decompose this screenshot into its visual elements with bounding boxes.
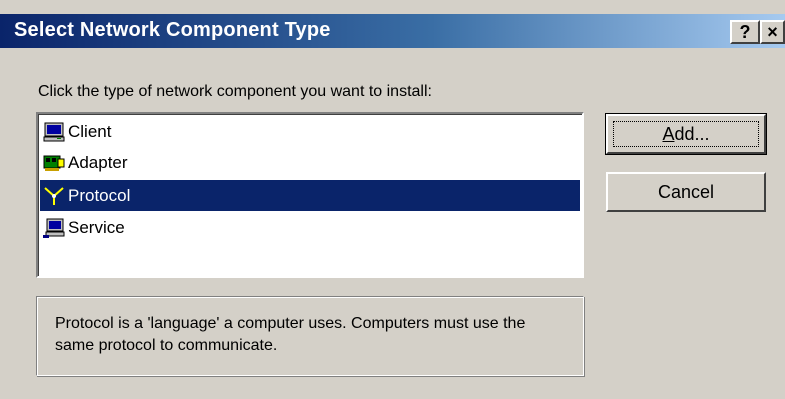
help-button[interactable]: ?	[730, 20, 760, 44]
computer-icon	[43, 121, 65, 143]
list-item-label: Adapter	[68, 152, 128, 172]
list-item-adapter[interactable]: Adapter	[40, 147, 580, 178]
title-bar[interactable]: Select Network Component Type ? ×	[0, 14, 785, 48]
network-card-icon	[43, 152, 65, 174]
list-item-label: Service	[68, 217, 125, 237]
service-icon	[43, 217, 65, 239]
dialog-title: Select Network Component Type	[14, 19, 331, 41]
description-box: Protocol is a 'language' a computer uses…	[36, 296, 584, 376]
list-item-protocol[interactable]: Protocol	[40, 180, 580, 211]
add-button[interactable]: Add...	[605, 113, 767, 155]
list-item-client[interactable]: Client	[40, 116, 580, 147]
protocol-icon	[43, 185, 65, 207]
select-network-component-dialog: Select Network Component Type ? × Click …	[0, 0, 785, 399]
instruction-label: Click the type of network component you …	[38, 83, 432, 100]
list-item-service[interactable]: Service	[40, 212, 580, 243]
list-item-label: Protocol	[68, 185, 131, 205]
close-button[interactable]: ×	[760, 20, 785, 44]
description-text: Protocol is a 'language' a computer uses…	[55, 315, 526, 354]
component-type-list[interactable]: Client Adapter Protocol Service	[36, 112, 584, 278]
list-item-label: Client	[68, 121, 112, 141]
cancel-button[interactable]: Cancel	[606, 172, 766, 212]
focus-ring	[613, 121, 759, 147]
